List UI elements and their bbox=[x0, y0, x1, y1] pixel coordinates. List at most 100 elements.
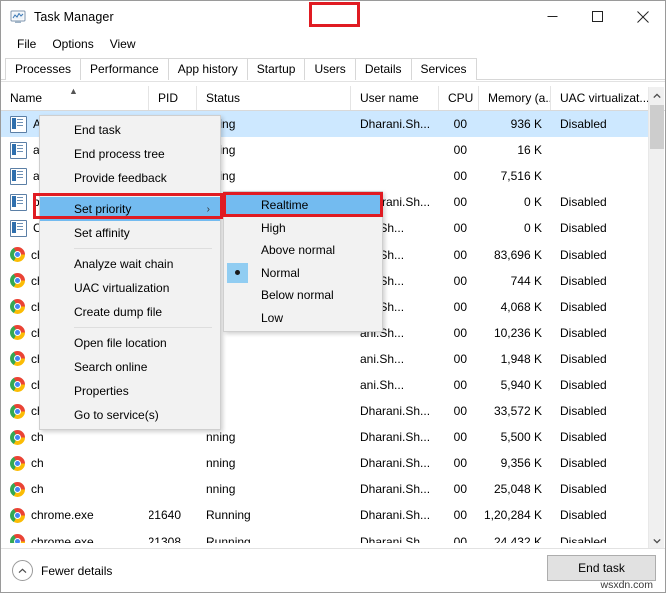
context-menu-item-label: Open file location bbox=[74, 336, 167, 350]
watermark: wsxdn.com bbox=[600, 579, 653, 591]
cell-memory: 4,068 K bbox=[479, 300, 551, 314]
cell-memory: 83,696 K bbox=[479, 248, 551, 262]
priority-submenu[interactable]: Realtime High Above normal NormalBelow norm… bbox=[223, 191, 383, 332]
app-icon bbox=[10, 194, 27, 211]
cell-memory: 10,236 K bbox=[479, 326, 551, 340]
menu-separator bbox=[74, 327, 212, 328]
chrome-icon bbox=[10, 325, 25, 340]
menu-separator bbox=[74, 193, 212, 194]
cell-memory: 25,048 K bbox=[479, 482, 551, 496]
window-title: Task Manager bbox=[34, 10, 114, 24]
tab-app-history[interactable]: App history bbox=[168, 58, 248, 80]
vertical-scrollbar[interactable] bbox=[648, 87, 664, 549]
sort-ascending-icon: ▲ bbox=[69, 87, 78, 95]
column-header-name[interactable]: Name ▲ bbox=[1, 86, 149, 110]
cell-user-name: Dharani.Sh... bbox=[351, 117, 439, 131]
column-header-status[interactable]: Status bbox=[197, 86, 351, 110]
priority-item-below-normal[interactable]: Below normal bbox=[224, 284, 382, 307]
context-menu-item-uac-virtualization[interactable]: UAC virtualization bbox=[40, 276, 220, 300]
cell-cpu: 00 bbox=[439, 274, 479, 288]
context-menu-item-end-process-tree[interactable]: End process tree bbox=[40, 142, 220, 166]
tab-performance[interactable]: Performance bbox=[80, 58, 169, 80]
scroll-down-icon[interactable] bbox=[649, 532, 665, 549]
context-menu-item-set-priority[interactable]: Set priority› bbox=[40, 197, 220, 221]
priority-item-high[interactable]: High bbox=[224, 217, 382, 240]
chrome-icon bbox=[10, 482, 25, 497]
context-menu-item-label: Analyze wait chain bbox=[74, 257, 173, 271]
chrome-icon bbox=[10, 508, 25, 523]
app-icon bbox=[10, 142, 27, 159]
context-menu-item-create-dump-file[interactable]: Create dump file bbox=[40, 300, 220, 324]
cell-uac-virtualization: Disabled bbox=[551, 352, 651, 366]
minimize-icon[interactable] bbox=[530, 1, 575, 32]
context-menu-item-properties[interactable]: Properties bbox=[40, 379, 220, 403]
context-menu-item-label: End task bbox=[74, 123, 121, 137]
cell-name-label: chrome.exe bbox=[31, 535, 94, 543]
cell-name-label: ch bbox=[31, 482, 44, 496]
maximize-icon[interactable] bbox=[575, 1, 620, 32]
menu-separator bbox=[74, 248, 212, 249]
context-menu-item-search-online[interactable]: Search online bbox=[40, 355, 220, 379]
context-menu-item-label: Properties bbox=[74, 384, 129, 398]
cell-name-label: chrome.exe bbox=[31, 508, 94, 522]
cell-cpu: 00 bbox=[439, 300, 479, 314]
window-controls bbox=[530, 1, 665, 32]
priority-item-low[interactable]: Low bbox=[224, 307, 382, 330]
column-header-uac-virtualization[interactable]: UAC virtualizat... bbox=[551, 86, 651, 110]
cell-cpu: 00 bbox=[439, 508, 479, 522]
chevron-up-icon bbox=[12, 560, 33, 581]
tab-services[interactable]: Services bbox=[411, 58, 477, 80]
priority-item-label: Above normal bbox=[261, 243, 335, 257]
close-icon[interactable] bbox=[620, 1, 665, 32]
cell-user-name: ani.Sh... bbox=[351, 378, 439, 392]
context-menu-item-label: Go to service(s) bbox=[74, 408, 159, 422]
scrollbar-thumb[interactable] bbox=[650, 105, 664, 149]
priority-item-normal[interactable]: Normal bbox=[224, 262, 382, 285]
tab-startup[interactable]: Startup bbox=[247, 58, 306, 80]
table-row[interactable]: chnningDharani.Sh...0025,048 KDisabled bbox=[1, 476, 651, 502]
menu-options[interactable]: Options bbox=[44, 35, 101, 53]
context-menu-item-label: Search online bbox=[74, 360, 147, 374]
chrome-icon bbox=[10, 247, 25, 262]
table-row[interactable]: chrome.exe21308RunningDharani.Sh...0024,… bbox=[1, 529, 651, 544]
chrome-icon bbox=[10, 456, 25, 471]
context-menu[interactable]: End task End process treeProvide feedback… bbox=[39, 115, 221, 430]
context-menu-item-go-to-service-s[interactable]: Go to service(s) bbox=[40, 403, 220, 427]
table-row[interactable]: chrome.exe21640RunningDharani.Sh...001,2… bbox=[1, 502, 651, 528]
fewer-details-button[interactable]: Fewer details bbox=[12, 560, 112, 581]
title-bar: Task Manager bbox=[1, 1, 665, 32]
cell-cpu: 00 bbox=[439, 456, 479, 470]
cell-memory: 5,940 K bbox=[479, 378, 551, 392]
cell-memory: 1,948 K bbox=[479, 352, 551, 366]
column-header-user-name[interactable]: User name bbox=[351, 86, 439, 110]
tab-users[interactable]: Users bbox=[304, 58, 355, 80]
priority-item-realtime[interactable]: Realtime bbox=[224, 194, 382, 217]
cell-status: nning bbox=[197, 456, 351, 470]
table-row[interactable]: chnningDharani.Sh...009,356 KDisabled bbox=[1, 450, 651, 476]
tab-processes[interactable]: Processes bbox=[5, 58, 81, 80]
cell-memory: 16 K bbox=[479, 143, 551, 157]
cell-uac-virtualization: Disabled bbox=[551, 456, 651, 470]
context-menu-item-analyze-wait-chain[interactable]: Analyze wait chain bbox=[40, 252, 220, 276]
chrome-icon bbox=[10, 404, 25, 419]
bottom-bar: Fewer details End task wsxdn.com bbox=[1, 548, 665, 592]
column-header-cpu[interactable]: CPU bbox=[439, 86, 479, 110]
context-menu-item-end-task[interactable]: End task bbox=[40, 118, 220, 142]
column-header-pid[interactable]: PID bbox=[149, 86, 197, 110]
priority-item-label: Low bbox=[261, 311, 283, 325]
tab-details[interactable]: Details bbox=[355, 58, 412, 80]
menu-view[interactable]: View bbox=[102, 35, 144, 53]
end-task-button[interactable]: End task bbox=[547, 555, 656, 581]
context-menu-item-set-affinity[interactable]: Set affinity bbox=[40, 221, 220, 245]
cell-cpu: 00 bbox=[439, 535, 479, 543]
priority-item-above-normal[interactable]: Above normal bbox=[224, 239, 382, 262]
menu-file[interactable]: File bbox=[9, 35, 44, 53]
cell-name-label: ch bbox=[31, 430, 44, 444]
scroll-up-icon[interactable] bbox=[649, 87, 665, 104]
cell-cpu: 00 bbox=[439, 117, 479, 131]
column-header-memory[interactable]: Memory (a... bbox=[479, 86, 551, 110]
priority-item-label: High bbox=[261, 221, 286, 235]
context-menu-item-provide-feedback[interactable]: Provide feedback bbox=[40, 166, 220, 190]
app-icon bbox=[10, 168, 27, 185]
context-menu-item-open-file-location[interactable]: Open file location bbox=[40, 331, 220, 355]
